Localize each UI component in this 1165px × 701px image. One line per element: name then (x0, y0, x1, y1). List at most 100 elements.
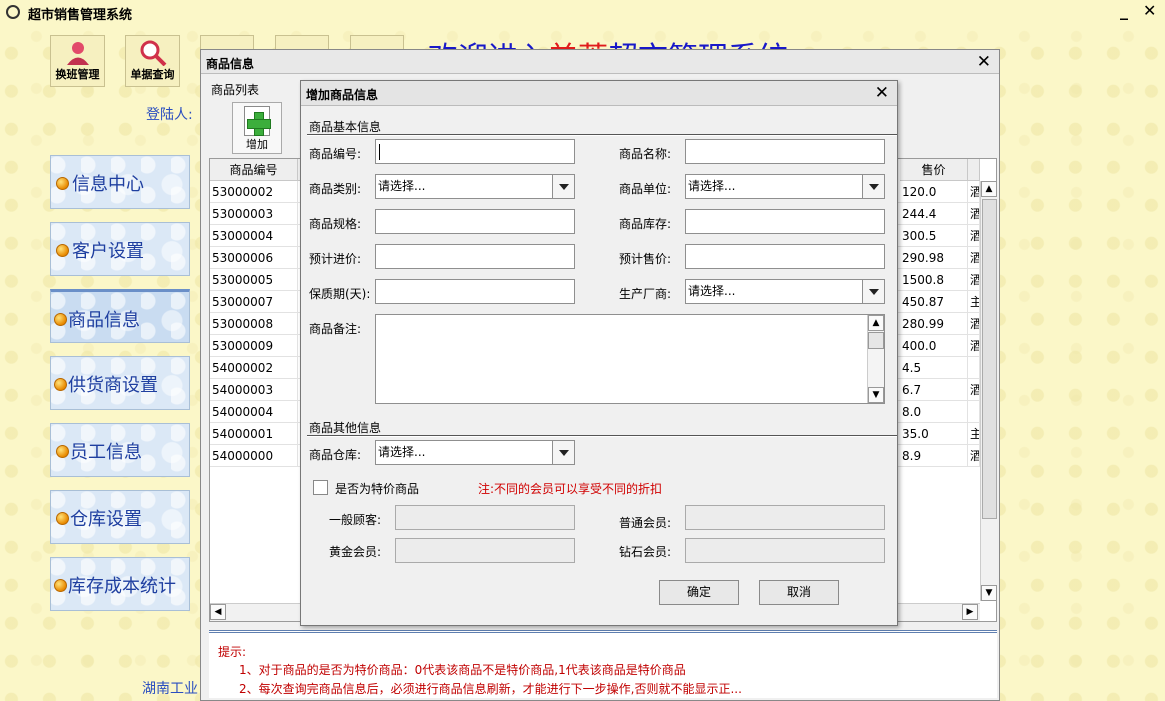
stock-input[interactable] (685, 209, 885, 234)
sale-input[interactable] (685, 244, 885, 269)
sidebar-item-customer-settings[interactable]: 客户设置 (50, 222, 190, 276)
hint-line-2: 2、每次查询完商品信息后，必须进行商品信息刷新，才能进行下一步操作,否则就不能显… (239, 682, 742, 696)
table-cell-code: 53000002 (210, 181, 298, 203)
normal-member-input[interactable] (685, 505, 885, 530)
diamond-member-label: 钻石会员: (619, 545, 672, 559)
table-cell-c4: 主 (968, 423, 980, 445)
sidebar-item-supplier-settings[interactable]: 供货商设置 (50, 356, 190, 410)
table-vertical-scrollbar[interactable]: ▲ ▼ (980, 181, 997, 601)
scroll-thumb[interactable] (868, 332, 884, 349)
shelf-life-input[interactable] (375, 279, 575, 304)
close-product-window-button[interactable]: ✕ (977, 52, 991, 72)
unit-label: 商品单位: (619, 182, 672, 196)
confirm-button[interactable]: 确定 (659, 580, 739, 605)
receipt-query-label: 单据查询 (130, 68, 175, 81)
chevron-down-icon[interactable] (862, 280, 884, 303)
cancel-button[interactable]: 取消 (759, 580, 839, 605)
table-cell-code: 53000006 (210, 247, 298, 269)
cost-label: 预计进价: (309, 252, 362, 266)
category-label: 商品类别: (309, 182, 362, 196)
remark-label: 商品备注: (309, 322, 362, 336)
receipt-query-button[interactable]: 单据查询 (125, 35, 180, 87)
table-cell-price: 4.5 (900, 357, 968, 379)
coffee-icon (6, 5, 20, 19)
scroll-up-arrow-icon[interactable]: ▲ (868, 315, 884, 331)
remark-textarea[interactable]: ▲ ▼ (375, 314, 885, 404)
maker-select[interactable]: 请选择... (685, 279, 885, 304)
category-value: 请选择... (378, 179, 426, 193)
table-cell-code: 53000007 (210, 291, 298, 313)
remark-scrollbar[interactable]: ▲ ▼ (867, 315, 884, 403)
product-window-titlebar: 商品信息 ✕ (201, 50, 999, 74)
chevron-down-icon[interactable] (862, 175, 884, 198)
sidebar-item-label: 信息中心 (72, 174, 144, 195)
column-header-type[interactable] (968, 159, 980, 181)
category-select[interactable]: 请选择... (375, 174, 575, 199)
table-cell-code: 54000000 (210, 445, 298, 467)
code-input[interactable] (375, 139, 575, 164)
special-price-label: 是否为特价商品 (335, 482, 420, 496)
table-cell-c4: 主 (968, 291, 980, 313)
special-price-checkbox[interactable] (313, 480, 328, 495)
maker-label: 生产厂商: (619, 287, 672, 301)
scroll-up-arrow-icon[interactable]: ▲ (981, 181, 997, 197)
close-app-button[interactable]: ✕ (1143, 1, 1156, 20)
scroll-thumb[interactable] (982, 199, 997, 519)
scroll-down-arrow-icon[interactable]: ▼ (868, 387, 884, 403)
diamond-member-input[interactable] (685, 538, 885, 563)
close-dialog-button[interactable]: ✕ (875, 83, 889, 103)
shift-management-button[interactable]: 换班管理 (50, 35, 105, 87)
section-divider (307, 134, 897, 136)
gold-member-input[interactable] (395, 538, 575, 563)
column-header-price[interactable]: 售价 (900, 159, 968, 181)
dialog-titlebar: 增加商品信息 ✕ (301, 81, 897, 106)
table-cell-c4: 酒 (968, 335, 980, 357)
scroll-left-arrow-icon[interactable]: ◀ (210, 604, 226, 620)
magnifier-icon (140, 40, 167, 66)
table-cell-price: 400.0 (900, 335, 968, 357)
table-cell-price: 280.99 (900, 313, 968, 335)
unit-select[interactable]: 请选择... (685, 174, 885, 199)
scroll-down-arrow-icon[interactable]: ▼ (981, 585, 997, 601)
scroll-right-arrow-icon[interactable]: ▶ (962, 604, 978, 620)
sidebar-item-product-info[interactable]: 商品信息 (50, 289, 190, 343)
table-cell-c4 (968, 357, 980, 379)
sidebar-item-employee-info[interactable]: 员工信息 (50, 423, 190, 477)
other-info-section-title: 商品其他信息 (309, 421, 382, 435)
warehouse-select[interactable]: 请选择... (375, 440, 575, 465)
spec-input[interactable] (375, 209, 575, 234)
table-cell-code: 53000004 (210, 225, 298, 247)
table-cell-code: 54000002 (210, 357, 298, 379)
add-product-label: 增加 (246, 138, 268, 151)
table-cell-c4: 酒 (968, 247, 980, 269)
orange-dot-icon (56, 445, 69, 458)
unit-value: 请选择... (688, 179, 736, 193)
table-cell-c4: 酒 (968, 203, 980, 225)
orange-dot-icon (54, 378, 67, 391)
chevron-down-icon[interactable] (552, 175, 574, 198)
chevron-down-icon[interactable] (552, 441, 574, 464)
maker-value: 请选择... (688, 284, 736, 298)
general-customer-input[interactable] (395, 505, 575, 530)
column-header-code[interactable]: 商品编号 (210, 159, 298, 181)
sidebar-item-warehouse-settings[interactable]: 仓库设置 (50, 490, 190, 544)
add-product-button[interactable]: 增加 (232, 102, 282, 154)
app-titlebar: 超市销售管理系统 _ ✕ (0, 0, 1165, 25)
add-product-dialog: 增加商品信息 ✕ 商品基本信息 商品编号: 商品名称: 商品类别: 请选择...… (300, 80, 898, 626)
sidebar-item-info-center[interactable]: 信息中心 (50, 155, 190, 209)
sidebar-item-label: 仓库设置 (70, 509, 142, 530)
hint-panel: 提示: 1、对于商品的是否为特价商品：0代表该商品不是特价商品,1代表该商品是特… (209, 630, 997, 698)
sidebar-item-label: 供货商设置 (68, 375, 158, 396)
cost-input[interactable] (375, 244, 575, 269)
table-cell-price: 8.0 (900, 401, 968, 423)
minimize-button[interactable]: _ (1120, 1, 1128, 20)
sidebar-item-inventory-cost[interactable]: 库存成本统计 (50, 557, 190, 611)
table-cell-c4: 酒 (968, 225, 980, 247)
table-cell-c4: 酒 (968, 379, 980, 401)
table-cell-price: 6.7 (900, 379, 968, 401)
name-input[interactable] (685, 139, 885, 164)
name-label: 商品名称: (619, 147, 672, 161)
stock-label: 商品库存: (619, 217, 672, 231)
table-cell-price: 8.9 (900, 445, 968, 467)
table-cell-price: 290.98 (900, 247, 968, 269)
